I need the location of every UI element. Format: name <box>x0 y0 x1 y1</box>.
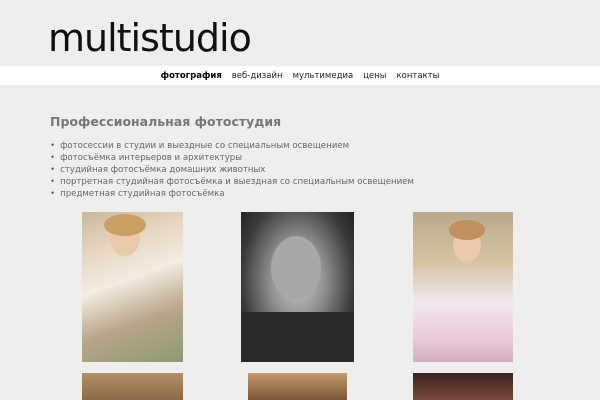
nav-item-contacts[interactable]: контакты <box>396 71 439 81</box>
page-heading: Профессиональная фотостудия <box>50 114 282 129</box>
gallery-photo-bride-table[interactable] <box>82 212 183 362</box>
nav-item-web-design[interactable]: веб-дизайн <box>232 71 283 81</box>
main-nav: фотография веб-дизайн мультимедиа цены к… <box>0 66 600 85</box>
gallery-photo-portrait-man[interactable] <box>241 212 354 362</box>
service-item: портретная студийная фотосъёмка и выездн… <box>50 176 414 188</box>
gallery-photo-6[interactable] <box>413 373 513 400</box>
nav-item-photo[interactable]: фотография <box>161 71 222 81</box>
service-item: студийная фотосъёмка домашних животных <box>50 164 414 176</box>
services-list: фотосессии в студии и выездные со специа… <box>50 140 414 200</box>
nav-item-prices[interactable]: цены <box>363 71 386 81</box>
service-item: фотосъёмка интерьеров и архитектуры <box>50 152 414 164</box>
nav-item-multimedia[interactable]: мультимедиа <box>293 71 354 81</box>
gallery-photo-5[interactable] <box>248 373 347 400</box>
service-item: фотосессии в студии и выездные со специа… <box>50 140 414 152</box>
nav-bar: фотография веб-дизайн мультимедиа цены к… <box>0 66 600 85</box>
service-item: предметная студийная фотосъёмка <box>50 188 414 200</box>
gallery-photo-woman-white-dress[interactable] <box>413 212 513 362</box>
gallery-photo-4[interactable] <box>82 373 183 400</box>
site-logo[interactable]: multistudio <box>48 14 252 62</box>
